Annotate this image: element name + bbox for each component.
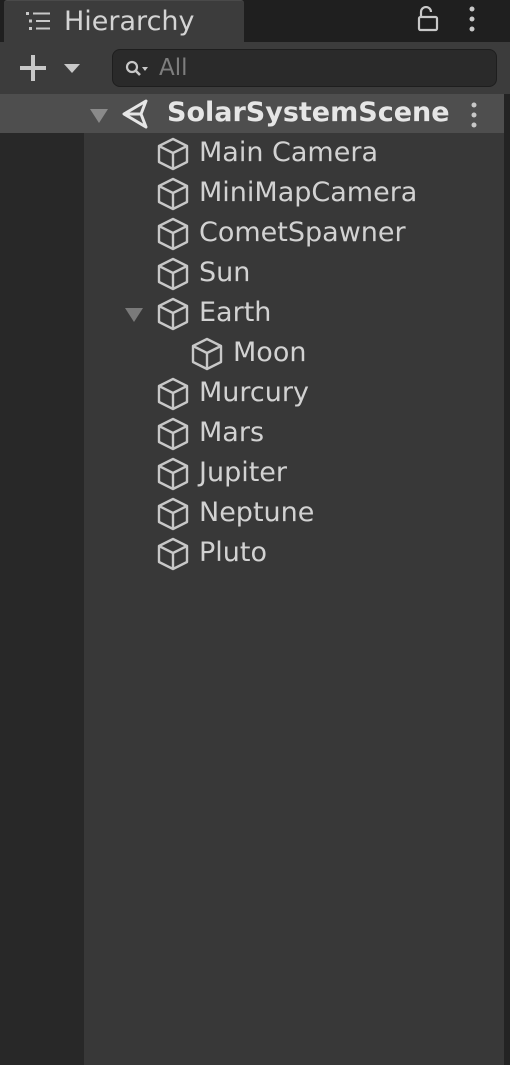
search-icon [125, 60, 148, 76]
toolbar [0, 42, 510, 94]
tree-item[interactable]: Main Camera [156, 134, 500, 174]
kebab-menu-icon[interactable] [467, 101, 481, 129]
gameobject-cube-icon [157, 137, 189, 171]
scene-name: SolarSystemScene [167, 97, 450, 128]
tree-item[interactable]: Pluto [156, 534, 500, 574]
gameobject-cube-icon [157, 417, 189, 451]
tree-item-label: MiniMapCamera [199, 177, 418, 208]
lock-icon[interactable] [416, 6, 440, 32]
tree-item-label: Pluto [199, 537, 268, 568]
plus-dropdown-icon[interactable] [16, 52, 86, 84]
tree-item-label: Sun [199, 257, 251, 288]
foldout-expanded-icon[interactable] [89, 108, 109, 124]
scene-row[interactable]: SolarSystemScene [0, 94, 504, 133]
tree-item[interactable]: Jupiter [156, 454, 500, 494]
gameobject-cube-icon [157, 177, 189, 211]
tree-item-label: Neptune [199, 497, 315, 528]
tree-item-label: Murcury [199, 377, 309, 408]
tab-hierarchy[interactable]: Hierarchy [4, 0, 244, 42]
tree-item-label: Main Camera [199, 137, 378, 168]
kebab-menu-icon[interactable] [465, 5, 479, 33]
hierarchy-list-icon [26, 12, 50, 30]
unity-scene-icon [122, 99, 148, 129]
tree-item-label: Earth [199, 297, 272, 328]
tree-item[interactable]: Earth [156, 294, 500, 334]
gameobject-cube-icon [191, 337, 223, 371]
foldout-expanded-icon[interactable] [124, 307, 144, 323]
hierarchy-window: Hierarchy All SolarSystemScene Main Came… [0, 0, 510, 1065]
tree-item[interactable]: Mars [156, 414, 500, 454]
tree-item[interactable]: Neptune [156, 494, 500, 534]
tree-item[interactable]: MiniMapCamera [156, 174, 500, 214]
gameobject-cube-icon [157, 257, 189, 291]
gameobject-cube-icon [157, 377, 189, 411]
search-field[interactable] [112, 49, 497, 87]
tree-item-label: Jupiter [199, 457, 288, 488]
gameobject-cube-icon [157, 537, 189, 571]
gameobject-cube-icon [157, 297, 189, 331]
panel-edge [504, 94, 510, 1065]
gameobject-cube-icon [157, 457, 189, 491]
tree-item[interactable]: Moon [190, 334, 500, 374]
search-input[interactable] [159, 52, 479, 84]
tree-item[interactable]: Sun [156, 254, 500, 294]
tree-item-label: CometSpawner [199, 217, 406, 248]
tree-item-label: Moon [233, 337, 307, 368]
tree-item[interactable]: Murcury [156, 374, 500, 414]
gameobject-cube-icon [157, 497, 189, 531]
tab-bar: Hierarchy [0, 0, 510, 42]
tab-title: Hierarchy [64, 6, 195, 37]
tree-gutter [0, 94, 84, 1065]
gameobject-cube-icon [157, 217, 189, 251]
tree-item[interactable]: CometSpawner [156, 214, 500, 254]
tree-item-label: Mars [199, 417, 265, 448]
